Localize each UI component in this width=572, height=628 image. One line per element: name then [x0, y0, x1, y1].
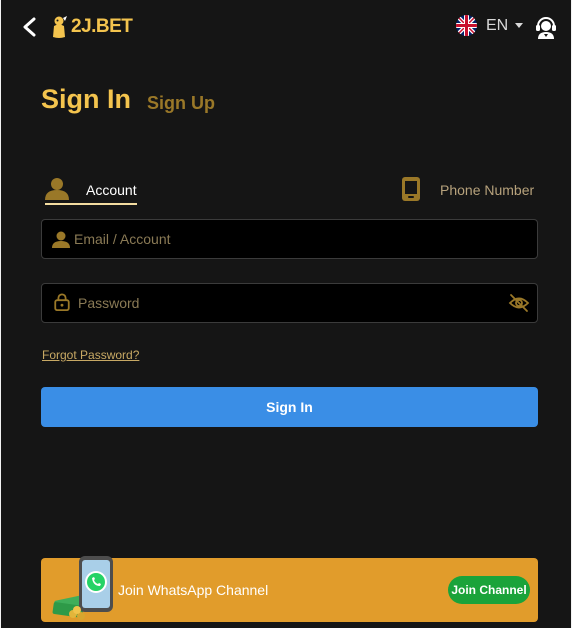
- sign-up-link[interactable]: Sign Up: [147, 93, 215, 114]
- customer-support-icon[interactable]: [535, 15, 557, 39]
- language-selector[interactable]: EN: [456, 15, 524, 36]
- tab-phone-number[interactable]: Phone Number: [401, 175, 536, 205]
- mascot-icon: [53, 16, 67, 38]
- email-input[interactable]: [74, 220, 494, 258]
- whatsapp-text: Join WhatsApp Channel: [118, 582, 269, 598]
- tab-account[interactable]: Account: [45, 175, 137, 207]
- sign-in-button[interactable]: Sign In: [41, 387, 538, 427]
- language-code: EN: [486, 16, 509, 34]
- sign-in-title: Sign In: [41, 84, 131, 114]
- password-field: [41, 283, 538, 323]
- brand-logo[interactable]: 2J.BET: [51, 14, 133, 40]
- tab-phone-label: Phone Number: [440, 182, 535, 198]
- back-chevron-icon[interactable]: [19, 16, 41, 38]
- top-bar: 2J.BET EN: [1, 0, 571, 54]
- phone-icon: [402, 177, 420, 201]
- user-icon: [45, 178, 69, 200]
- whatsapp-phone-money-icon: [52, 556, 113, 620]
- email-field: [41, 219, 538, 259]
- forgot-password-link[interactable]: Forgot Password?: [42, 348, 139, 362]
- join-channel-button[interactable]: Join Channel: [448, 576, 530, 604]
- tab-account-label: Account: [86, 182, 137, 198]
- eye-off-icon[interactable]: [508, 293, 530, 313]
- logo-text: 2J.BET: [71, 16, 133, 37]
- user-icon: [52, 231, 70, 248]
- whatsapp-banner: Join WhatsApp Channel Join Channel: [41, 556, 538, 622]
- caret-down-icon: [515, 23, 524, 28]
- lock-icon: [54, 293, 70, 311]
- password-input[interactable]: [78, 284, 498, 322]
- login-screen: 2J.BET EN Sign In Sign Up Account Phone …: [1, 0, 571, 628]
- active-tab-indicator: [45, 203, 137, 205]
- uk-flag-icon: [456, 15, 477, 36]
